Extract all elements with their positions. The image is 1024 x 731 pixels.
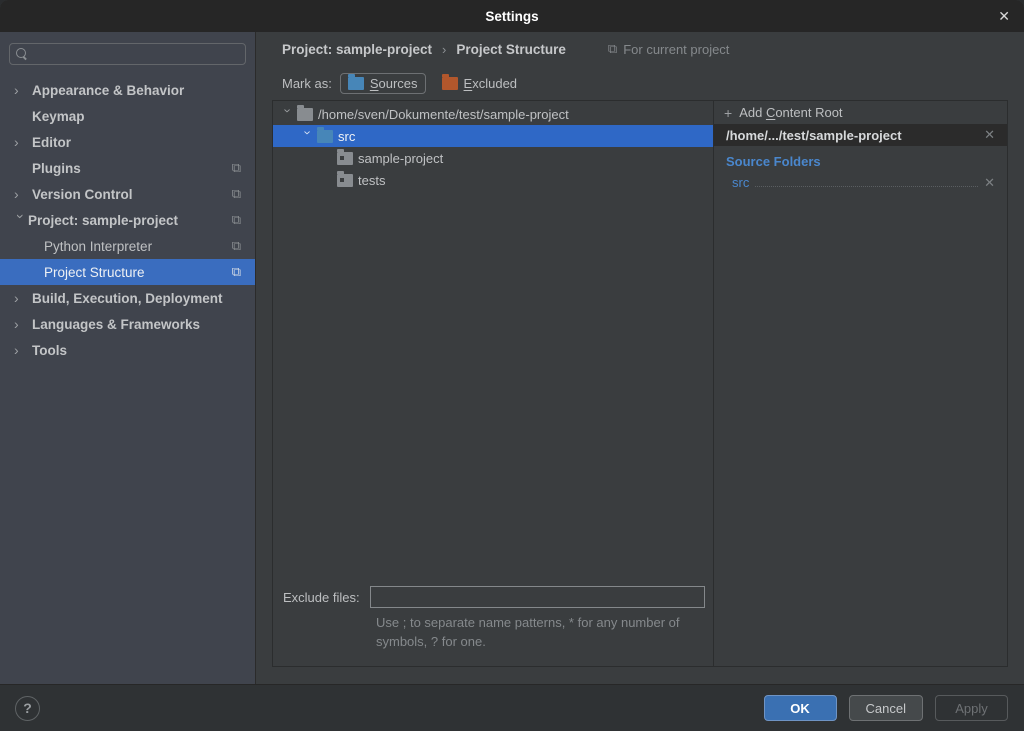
sidebar-item-keymap[interactable]: Keymap bbox=[0, 103, 255, 129]
help-button[interactable]: ? bbox=[15, 696, 40, 721]
mark-as-toolbar: Mark as: Sources Excluded bbox=[272, 66, 1008, 100]
settings-sidebar: › Appearance & Behavior Keymap › Editor … bbox=[0, 32, 256, 684]
sidebar-item-version-control[interactable]: › Version Control ⧉ bbox=[0, 181, 255, 207]
sidebar-item-plugins[interactable]: Plugins ⧉ bbox=[0, 155, 255, 181]
chevron-down-icon: › bbox=[301, 130, 316, 144]
per-project-settings-icon: ⧉ bbox=[232, 238, 241, 254]
exclude-files-input[interactable] bbox=[370, 586, 705, 608]
cancel-button[interactable]: Cancel bbox=[849, 695, 923, 721]
content-root-row[interactable]: /home/.../test/sample-project ✕ bbox=[714, 124, 1007, 146]
sidebar-item-appearance-behavior[interactable]: › Appearance & Behavior bbox=[0, 77, 255, 103]
source-folder-icon bbox=[317, 130, 333, 143]
ok-button[interactable]: OK bbox=[764, 695, 837, 721]
title-bar: Settings ✕ bbox=[0, 0, 1024, 32]
tree-row-sample-project[interactable]: sample-project bbox=[273, 147, 713, 169]
dialog-footer: ? OK Cancel Apply bbox=[0, 684, 1024, 731]
breadcrumb-project[interactable]: Project: sample-project bbox=[282, 42, 432, 57]
tree-row-src[interactable]: › src bbox=[273, 125, 713, 147]
excluded-folder-icon bbox=[442, 77, 458, 90]
sidebar-item-build-execution-deployment[interactable]: › Build, Execution, Deployment bbox=[0, 285, 255, 311]
breadcrumb-separator: › bbox=[442, 42, 446, 57]
sidebar-item-editor[interactable]: › Editor bbox=[0, 129, 255, 155]
chevron-down-icon: › bbox=[281, 108, 296, 122]
content-root-path: /home/.../test/sample-project bbox=[726, 128, 902, 143]
settings-dialog: Settings ✕ › Appearance & Behavior Keyma… bbox=[0, 0, 1024, 731]
package-folder-icon bbox=[337, 152, 353, 165]
sidebar-item-project[interactable]: › Project: sample-project ⧉ bbox=[0, 207, 255, 233]
chevron-right-icon: › bbox=[14, 342, 32, 358]
remove-content-root-icon[interactable]: ✕ bbox=[984, 127, 995, 143]
sidebar-item-languages-frameworks[interactable]: › Languages & Frameworks bbox=[0, 311, 255, 337]
chevron-down-icon: › bbox=[13, 214, 29, 228]
search-box[interactable] bbox=[9, 43, 246, 65]
content-roots-panel: + Add Content Root /home/.../test/sample… bbox=[713, 101, 1007, 666]
directory-tree: › /home/sven/Dokumente/test/sample-proje… bbox=[273, 101, 713, 586]
folder-icon bbox=[297, 108, 313, 121]
context-note: ⧉ For current project bbox=[608, 41, 730, 57]
exclude-files-row: Exclude files: bbox=[273, 586, 713, 608]
chevron-right-icon: › bbox=[14, 316, 32, 332]
exclude-files-label: Exclude files: bbox=[283, 590, 360, 605]
content-panels: › /home/sven/Dokumente/test/sample-proje… bbox=[272, 100, 1008, 667]
close-icon[interactable]: ✕ bbox=[994, 0, 1014, 32]
search-input[interactable] bbox=[33, 47, 239, 62]
chevron-right-icon: › bbox=[14, 134, 32, 150]
tree-row-content-root[interactable]: › /home/sven/Dokumente/test/sample-proje… bbox=[273, 103, 713, 125]
per-project-settings-icon: ⧉ bbox=[232, 264, 241, 280]
chevron-right-icon: › bbox=[14, 82, 32, 98]
source-folder-row[interactable]: src ✕ bbox=[714, 171, 1007, 191]
per-project-settings-icon: ⧉ bbox=[232, 212, 241, 228]
dialog-title: Settings bbox=[485, 9, 538, 24]
exclude-files-hint: Use ; to separate name patterns, * for a… bbox=[376, 614, 701, 652]
mark-sources-button[interactable]: Sources bbox=[340, 73, 426, 94]
add-content-root-button[interactable]: + Add Content Root bbox=[714, 101, 1007, 124]
package-folder-icon bbox=[337, 174, 353, 187]
per-project-settings-icon: ⧉ bbox=[608, 41, 617, 57]
directory-tree-panel: › /home/sven/Dokumente/test/sample-proje… bbox=[273, 101, 713, 666]
sidebar-item-tools[interactable]: › Tools bbox=[0, 337, 255, 363]
mark-excluded-button[interactable]: Excluded bbox=[434, 73, 525, 94]
breadcrumb: Project: sample-project › Project Struct… bbox=[272, 32, 1008, 66]
per-project-settings-icon: ⧉ bbox=[232, 160, 241, 176]
chevron-right-icon: › bbox=[14, 186, 32, 202]
mark-as-label: Mark as: bbox=[282, 76, 332, 91]
chevron-right-icon: › bbox=[14, 290, 32, 306]
search-icon bbox=[16, 48, 28, 60]
apply-button: Apply bbox=[935, 695, 1008, 721]
sidebar-item-python-interpreter[interactable]: Python Interpreter ⧉ bbox=[0, 233, 255, 259]
per-project-settings-icon: ⧉ bbox=[232, 186, 241, 202]
source-folders-title: Source Folders bbox=[714, 146, 1007, 171]
settings-content: Project: sample-project › Project Struct… bbox=[256, 32, 1024, 684]
remove-source-folder-icon[interactable]: ✕ bbox=[984, 175, 995, 191]
tree-row-tests[interactable]: tests bbox=[273, 169, 713, 191]
sources-folder-icon bbox=[348, 77, 364, 90]
source-folder-name: src bbox=[732, 175, 749, 190]
sidebar-item-project-structure[interactable]: Project Structure ⧉ bbox=[0, 259, 255, 285]
plus-icon: + bbox=[724, 105, 732, 121]
breadcrumb-project-structure: Project Structure bbox=[456, 42, 566, 57]
